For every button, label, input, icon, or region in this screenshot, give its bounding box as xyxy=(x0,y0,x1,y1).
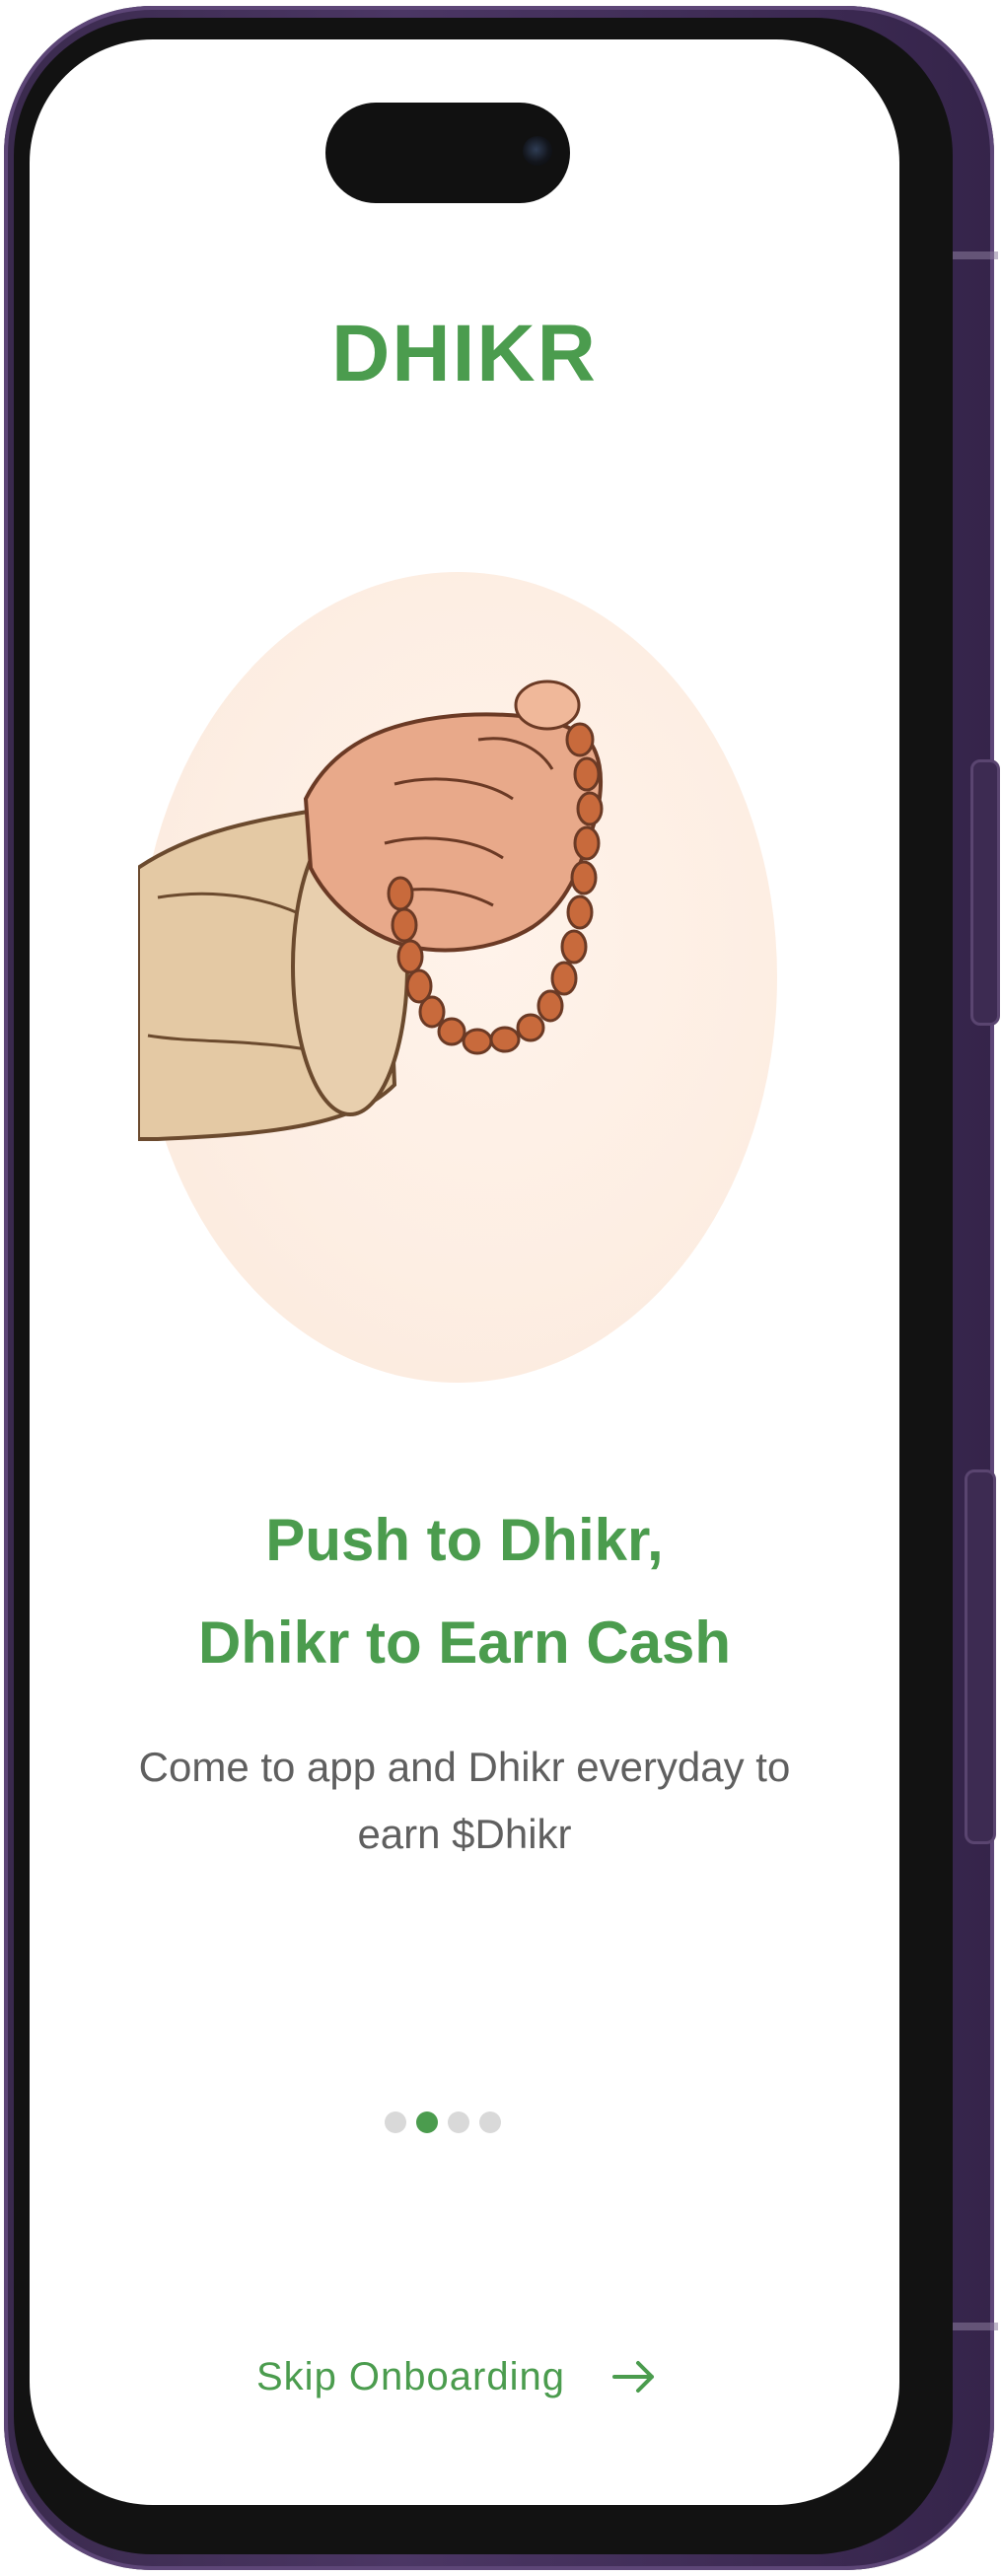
phone-mockup: DHIKR Push to Dhikr, Dhikr to Earn Cash … xyxy=(0,0,1002,2576)
front-camera-icon xyxy=(523,136,552,166)
page-dot-3[interactable] xyxy=(448,2111,469,2133)
onboarding-headline: Push to Dhikr, Dhikr to Earn Cash xyxy=(30,1489,899,1694)
app-logo-text: DHIKR xyxy=(331,309,598,398)
skip-onboarding-button[interactable]: Skip Onboarding xyxy=(256,2337,658,2416)
page-dot-4[interactable] xyxy=(479,2111,501,2133)
page-dot-2-active[interactable] xyxy=(416,2111,438,2133)
skip-onboarding-label: Skip Onboarding xyxy=(256,2354,565,2398)
arrow-right-icon xyxy=(611,2361,654,2393)
page-indicator xyxy=(385,2103,542,2142)
headline-line-1: Push to Dhikr, xyxy=(265,1507,664,1573)
dynamic-island xyxy=(325,103,570,203)
prayer-beads-hand-illustration xyxy=(138,680,604,1141)
screen: DHIKR Push to Dhikr, Dhikr to Earn Cash … xyxy=(30,39,899,2505)
page-dot-1[interactable] xyxy=(385,2111,406,2133)
side-button-lower xyxy=(965,1469,996,1844)
onboarding-subtitle: Come to app and Dhikr everyday to earn $… xyxy=(138,1744,791,1857)
side-button-upper xyxy=(970,759,1000,1026)
headline-line-2: Dhikr to Earn Cash xyxy=(197,1610,732,1676)
